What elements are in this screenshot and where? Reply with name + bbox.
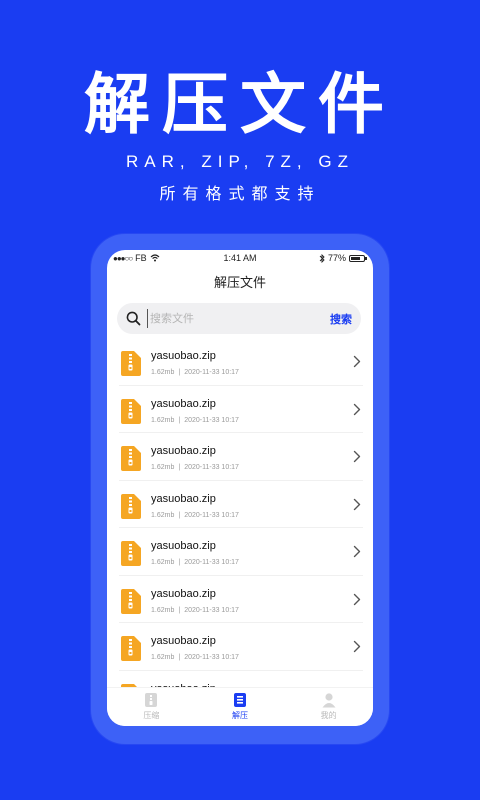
- file-name: yasuobao.zip: [151, 540, 216, 552]
- battery-percent: 77%: [327, 253, 346, 263]
- zip-file-icon: [121, 636, 141, 661]
- hero-title: 解压文件: [84, 65, 396, 143]
- bluetooth-icon: [319, 253, 325, 263]
- file-list-item[interactable]: yasuobao.zip 1.62mb|2020-11-33 10:17: [119, 528, 363, 576]
- compress-icon: [145, 693, 158, 707]
- chevron-right-icon: [353, 355, 361, 368]
- file-meta: 1.62mb | 2020-11-33 10:17: [151, 512, 239, 519]
- zip-file-icon: [121, 398, 141, 424]
- file-list-item[interactable]: yasuobao.zip 1.62mb|2020-11-33 10:17: [119, 623, 363, 671]
- file-date: 2020-11-33 10:17: [184, 464, 239, 471]
- file-meta: 1.62mb | 2020-11-33 10:17: [151, 464, 239, 471]
- file-date: 2020-11-33 10:17: [184, 606, 239, 614]
- file-meta: 1.62mb | 2020-11-33 10:17: [151, 607, 239, 614]
- file-meta: 1.62mb | 2020-11-33 10:17: [151, 369, 239, 376]
- tab-profile[interactable]: 我的: [284, 688, 373, 726]
- file-list: yasuobao.zip 1.62mb | 2020-11-33 10:17 yasuo…: [107, 338, 373, 690]
- zip-file-icon: [121, 588, 141, 614]
- extract-icon: [234, 693, 246, 707]
- file-size: 1.62mb: [151, 464, 175, 471]
- file-name: yasuobao.zip: [151, 587, 216, 600]
- chevron-right-icon: [353, 450, 361, 463]
- file-size: 1.62mb: [151, 369, 175, 376]
- search-icon: [126, 311, 141, 326]
- search-input[interactable]: [147, 309, 300, 328]
- file-name: yasuobao.zip: [151, 445, 216, 457]
- zip-file-icon: [121, 493, 141, 519]
- file-list-item[interactable]: yasuobao.zip 1.62mb|2020-11-33 10:17: [119, 433, 363, 481]
- file-list-item[interactable]: yasuobao.zip 1.62mb|2020-11-33 10:17: [119, 576, 363, 623]
- meta-separator: |: [178, 559, 181, 566]
- file-size: 1.62mb: [151, 511, 175, 519]
- meta-separator: |: [178, 464, 181, 471]
- file-meta: 1.62mb | 2020-11-33 10:17: [151, 417, 239, 424]
- file-date: 2020-11-33 10:17: [184, 369, 239, 376]
- user-icon: [322, 693, 336, 708]
- file-name: yasuobao.zip: [151, 350, 216, 362]
- file-name: yasuobao.zip: [151, 492, 216, 505]
- file-name: yasuobao.zip: [151, 397, 216, 410]
- file-meta: 1.62mb | 2020-11-33 10:17: [151, 559, 239, 566]
- meta-separator: |: [178, 416, 181, 424]
- chevron-right-icon: [353, 640, 361, 653]
- search-bar: 搜索: [117, 303, 361, 334]
- tab-compress[interactable]: 压缩: [107, 688, 196, 726]
- phone-screen: ●●●○○ FB 1:41 AM 77% 解压文件 搜索 yasuobao.zi…: [107, 250, 373, 726]
- tab-bar: 压缩 解压 我的: [107, 687, 373, 726]
- meta-separator: |: [178, 606, 181, 614]
- meta-separator: |: [178, 654, 181, 661]
- tab-label: 压缩: [143, 711, 160, 720]
- file-size: 1.62mb: [151, 606, 175, 614]
- file-list-item[interactable]: yasuobao.zip 1.62mb|2020-11-33 10:17: [119, 338, 363, 386]
- file-date: 2020-11-33 10:17: [184, 416, 239, 424]
- meta-separator: |: [178, 369, 181, 376]
- search-button[interactable]: 搜索: [330, 311, 352, 327]
- chevron-right-icon: [353, 403, 361, 415]
- file-meta: 1.62mb | 2020-11-33 10:17: [151, 654, 239, 661]
- zip-file-icon: [121, 541, 141, 566]
- chevron-right-icon: [353, 498, 361, 510]
- tab-label: 我的: [320, 711, 337, 720]
- file-list-item[interactable]: yasuobao.zip 1.62mb|2020-11-33 10:17: [119, 481, 363, 528]
- zip-file-icon: [121, 351, 141, 376]
- battery-icon: [349, 254, 367, 262]
- tab-label: 解压: [232, 711, 248, 720]
- file-date: 2020-11-33 10:17: [184, 654, 239, 661]
- file-name: yasuobao.zip: [151, 635, 216, 647]
- chevron-right-icon: [353, 593, 361, 605]
- file-size: 1.62mb: [151, 559, 175, 566]
- file-size: 1.62mb: [151, 416, 175, 424]
- hero-formats: RAR, ZIP, 7Z, GZ: [126, 152, 354, 171]
- file-list-item[interactable]: yasuobao.zip 1.62mb|2020-11-33 10:17: [119, 386, 363, 433]
- zip-file-icon: [121, 446, 141, 471]
- file-date: 2020-11-33 10:17: [184, 559, 239, 566]
- status-bar: ●●●○○ FB 1:41 AM 77%: [107, 250, 373, 266]
- page-title: 解压文件: [213, 276, 266, 291]
- file-date: 2020-11-33 10:17: [184, 511, 239, 519]
- meta-separator: |: [178, 511, 181, 519]
- tab-extract[interactable]: 解压: [196, 688, 285, 726]
- chevron-right-icon: [353, 545, 361, 558]
- file-size: 1.62mb: [151, 654, 175, 661]
- hero-subtitle: 所有格式都支持: [159, 184, 321, 203]
